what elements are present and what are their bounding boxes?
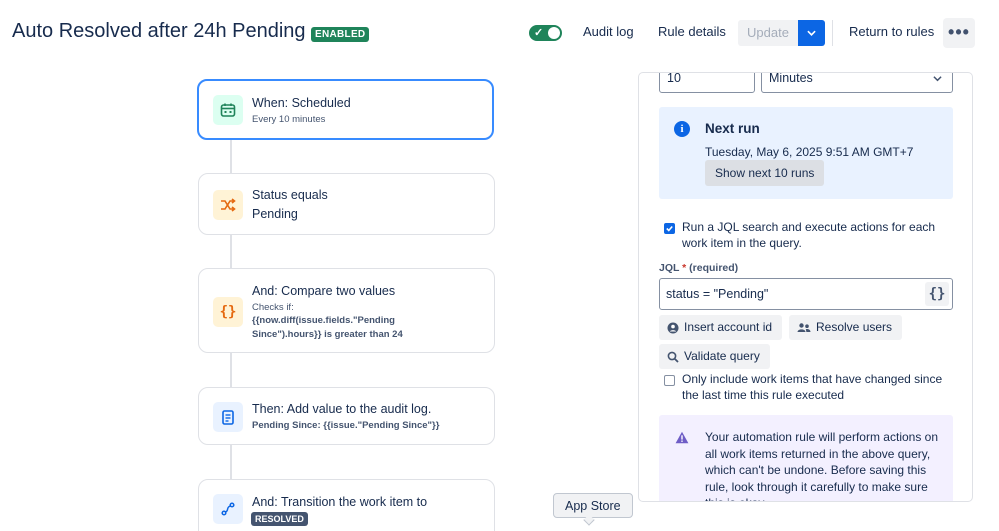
jql-search-checkbox[interactable] — [664, 223, 675, 234]
page-title: Auto Resolved after 24h Pending — [12, 20, 306, 42]
jql-label-text: JQL — [659, 262, 680, 274]
rule-node-condition-status[interactable]: Status equals Pending — [198, 173, 495, 235]
header-divider — [832, 20, 833, 46]
flow-connector — [230, 235, 232, 268]
jql-input-value: status = "Pending" — [666, 287, 769, 301]
required-text: (required) — [689, 262, 739, 274]
validate-query-label: Validate query — [684, 349, 760, 363]
node-title: And: Transition the work item to — [252, 495, 428, 509]
next-run-section: i Next run Tuesday, May 6, 2025 9:51 AM … — [659, 107, 953, 199]
resolve-users-button[interactable]: Resolve users — [789, 315, 903, 340]
node-value: Pending — [252, 207, 298, 221]
node-subtitle: Checks if: — [252, 302, 294, 313]
chevron-down-icon — [807, 30, 816, 36]
required-asterisk: * — [682, 262, 687, 274]
audit-log-button[interactable]: Audit log — [583, 24, 634, 39]
app-store-tooltip: App Store — [553, 493, 633, 518]
next-run-title: Next run — [705, 121, 760, 136]
more-actions-button[interactable]: ••• — [943, 18, 975, 48]
changed-since-checkbox-label: Only include work items that have change… — [682, 372, 943, 402]
insert-account-id-button[interactable]: Insert account id — [659, 315, 783, 340]
calendar-icon — [213, 95, 243, 125]
flow-connector — [230, 445, 232, 479]
changed-since-checkbox[interactable] — [664, 375, 675, 386]
rule-header: Auto Resolved after 24h Pending ENABLED … — [0, 0, 999, 66]
node-title: And: Compare two values — [252, 284, 396, 298]
rule-details-button[interactable]: Rule details — [658, 24, 726, 39]
jql-input[interactable]: status = "Pending" {} — [659, 278, 953, 310]
return-to-rules-button[interactable]: Return to rules — [849, 24, 934, 39]
update-button[interactable]: Update — [738, 20, 798, 46]
config-panel: 10 Minutes i Next run Tuesday, May 6, 20… — [638, 72, 973, 502]
node-title: When: Scheduled — [252, 96, 351, 110]
rule-node-action-audit[interactable]: Then: Add value to the audit log. Pendin… — [198, 387, 495, 445]
node-title: Status equals — [252, 188, 328, 202]
status-badge: ENABLED — [311, 27, 370, 42]
users-icon — [797, 322, 811, 332]
node-subtitle: Every 10 minutes — [252, 114, 326, 125]
search-icon — [667, 351, 679, 363]
flow-connector — [230, 353, 232, 387]
resolve-users-label: Resolve users — [816, 320, 893, 334]
chevron-down-icon — [933, 76, 942, 82]
rule-node-condition-compare[interactable]: {} And: Compare two values Checks if: {{… — [198, 268, 495, 353]
insert-account-id-label: Insert account id — [684, 320, 773, 334]
braces-icon: {} — [213, 297, 243, 327]
interval-value-input[interactable]: 10 — [659, 73, 755, 93]
node-title: Then: Add value to the audit log. — [252, 402, 432, 416]
document-icon — [213, 402, 243, 432]
flow-connector — [230, 140, 232, 173]
jql-search-checkbox-label: Run a JQL search and execute actions for… — [682, 220, 936, 250]
smart-values-button[interactable]: {} — [925, 282, 949, 306]
status-lozenge: RESOLVED — [251, 512, 308, 526]
rule-node-action-transition[interactable]: And: Transition the work item to RESOLVE… — [198, 479, 495, 531]
check-icon — [666, 225, 673, 232]
next-run-date: Tuesday, May 6, 2025 9:51 AM GMT+7 — [705, 145, 914, 159]
check-icon: ✓ — [534, 27, 544, 39]
node-detail-line1: {{now.diff(issue.fields."Pending — [252, 315, 395, 326]
warning-text: Your automation rule will perform action… — [705, 430, 939, 501]
rule-node-trigger[interactable]: When: Scheduled Every 10 minutes — [197, 79, 494, 140]
transition-icon — [213, 494, 243, 524]
interval-unit-value: Minutes — [769, 72, 813, 85]
validate-query-button[interactable]: Validate query — [659, 344, 770, 369]
warning-icon — [675, 431, 689, 444]
interval-unit-select[interactable]: Minutes — [761, 72, 953, 93]
show-next-runs-button[interactable]: Show next 10 runs — [705, 160, 825, 186]
user-circle-icon — [667, 322, 679, 333]
node-detail-line2: Since").hours}} is greater than 24 — [252, 328, 403, 340]
info-icon: i — [674, 121, 690, 137]
warning-section: Your automation rule will perform action… — [659, 415, 953, 501]
jql-field-label: JQL * (required) — [659, 262, 738, 274]
toggle-knob — [548, 27, 560, 39]
shuffle-icon — [213, 190, 243, 220]
update-dropdown-button[interactable] — [798, 20, 825, 46]
node-subtitle: Pending Since: {{issue."Pending Since"}} — [252, 420, 440, 431]
rule-enabled-toggle[interactable]: ✓ — [529, 25, 562, 41]
